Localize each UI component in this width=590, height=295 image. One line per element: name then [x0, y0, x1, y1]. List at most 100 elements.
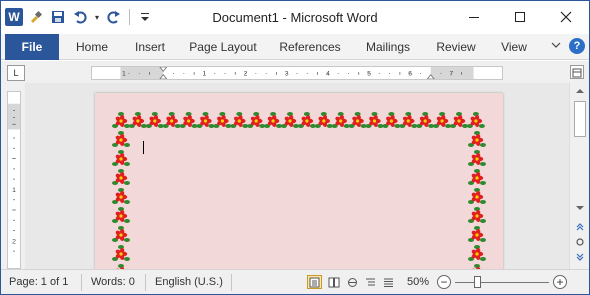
zoom-in-button[interactable]: +: [553, 275, 567, 289]
outline-view-icon[interactable]: [363, 275, 378, 289]
page-border: [112, 112, 486, 269]
zoom-slider-thumb[interactable]: [474, 276, 481, 288]
scroll-down-arrow-icon[interactable]: [574, 204, 586, 216]
tab-view[interactable]: View: [491, 34, 537, 60]
qat-separator: [129, 9, 130, 25]
select-browse-object-icon[interactable]: [574, 237, 586, 249]
vertical-scrollbar[interactable]: [569, 83, 589, 269]
border-flower: [466, 112, 485, 128]
border-flower: [468, 150, 486, 166]
tab-mailings[interactable]: Mailings: [357, 34, 419, 60]
tab-page-layout[interactable]: Page Layout: [183, 34, 263, 60]
collapse-ribbon-icon[interactable]: [551, 41, 561, 52]
horizontal-ruler[interactable]: 1 1 2 3 4 5 6 7: [91, 66, 503, 80]
border-flower: [468, 207, 486, 223]
ribbon-tabs: File Home Insert Page Layout References …: [1, 34, 589, 60]
zoom-level[interactable]: 50%: [407, 270, 429, 295]
border-flower: [468, 226, 486, 242]
status-divider: [231, 274, 232, 291]
document-page[interactable]: [95, 93, 503, 269]
border-flower: [112, 131, 130, 147]
ruler-number: 4: [326, 71, 330, 78]
ruler-number: 1: [12, 187, 16, 194]
view-ruler-icon[interactable]: [570, 65, 584, 79]
title-separator: -: [278, 10, 291, 25]
border-flower: [468, 131, 486, 147]
text-cursor: [143, 141, 144, 154]
border-flower: [247, 112, 266, 128]
border-flower: [145, 112, 164, 128]
border-flower: [433, 112, 452, 128]
help-icon[interactable]: ?: [569, 38, 585, 54]
minimize-button[interactable]: [451, 1, 497, 33]
status-divider: [145, 274, 146, 291]
customize-qat-icon[interactable]: [136, 8, 154, 26]
tab-insert[interactable]: Insert: [123, 34, 177, 60]
ruler-number: 2: [244, 71, 248, 78]
maximize-button[interactable]: [497, 1, 543, 33]
full-screen-reading-view-icon[interactable]: [326, 275, 341, 289]
document-name: Document1: [212, 10, 279, 25]
border-flower: [348, 112, 367, 128]
print-layout-view-icon[interactable]: [307, 275, 322, 289]
status-bar: Page: 1 of 1 Words: 0 English (U.S.) 50%…: [1, 269, 589, 294]
border-flower: [382, 112, 401, 128]
close-button[interactable]: [543, 1, 589, 33]
next-page-icon[interactable]: [574, 252, 586, 264]
border-flower: [112, 207, 130, 223]
language-indicator[interactable]: English (U.S.): [155, 270, 223, 295]
border-flower: [196, 112, 215, 128]
border-flower: [281, 112, 299, 128]
window-controls: [451, 1, 589, 33]
border-flower: [230, 112, 249, 128]
ruler-number: 5: [367, 71, 371, 78]
border-flower: [416, 112, 435, 128]
page-count[interactable]: Page: 1 of 1: [9, 270, 68, 295]
border-flower: [331, 112, 350, 128]
border-flower: [213, 112, 232, 128]
undo-icon[interactable]: [71, 8, 89, 26]
redo-icon[interactable]: [105, 8, 123, 26]
ruler-number: 3: [285, 71, 289, 78]
word-count[interactable]: Words: 0: [91, 270, 135, 295]
tab-home[interactable]: Home: [65, 34, 119, 60]
ruler-number: 7: [449, 71, 453, 78]
tab-selector-button[interactable]: L: [7, 65, 25, 81]
border-flower: [297, 112, 316, 128]
zoom-out-button[interactable]: −: [437, 275, 451, 289]
document-canvas: [25, 83, 569, 269]
scroll-thumb[interactable]: [574, 101, 586, 137]
ruler-number: 6: [408, 71, 412, 78]
previous-page-icon[interactable]: [574, 222, 586, 234]
zoom-slider-track[interactable]: [455, 282, 549, 283]
border-flower: [468, 169, 486, 185]
border-flower: [112, 188, 130, 204]
word-window: W ▾ Document1 - Microsoft Word File Home…: [0, 0, 590, 295]
web-layout-view-icon[interactable]: [345, 275, 360, 289]
border-flower: [450, 112, 468, 128]
border-flower: [179, 112, 198, 128]
undo-dropdown-icon[interactable]: ▾: [93, 8, 101, 26]
title-bar: W ▾ Document1 - Microsoft Word: [1, 1, 589, 33]
border-flower: [112, 169, 130, 185]
ruler-number: 1: [203, 71, 207, 78]
word-logo-icon[interactable]: W: [5, 8, 23, 26]
ruler-number: 1: [122, 71, 126, 78]
status-divider: [81, 274, 82, 291]
vertical-ruler-column: 1 2: [1, 83, 25, 269]
format-painter-icon[interactable]: [27, 8, 45, 26]
tab-file[interactable]: File: [5, 34, 59, 60]
application-name: Microsoft Word: [290, 10, 378, 25]
tab-review[interactable]: Review: [429, 34, 483, 60]
ruler-row: L 1 1 2 3 4 5 6 7: [1, 61, 589, 83]
border-flower: [314, 112, 333, 128]
draft-view-icon[interactable]: [381, 275, 396, 289]
border-flower: [112, 150, 130, 166]
save-icon[interactable]: [49, 8, 67, 26]
scroll-up-arrow-icon[interactable]: [574, 87, 586, 99]
tab-references[interactable]: References: [273, 34, 347, 60]
ruler-number: 2: [12, 238, 16, 245]
vertical-ruler[interactable]: 1 2: [7, 91, 21, 269]
ribbon-right-controls: ?: [551, 38, 585, 54]
border-flower: [112, 226, 130, 242]
